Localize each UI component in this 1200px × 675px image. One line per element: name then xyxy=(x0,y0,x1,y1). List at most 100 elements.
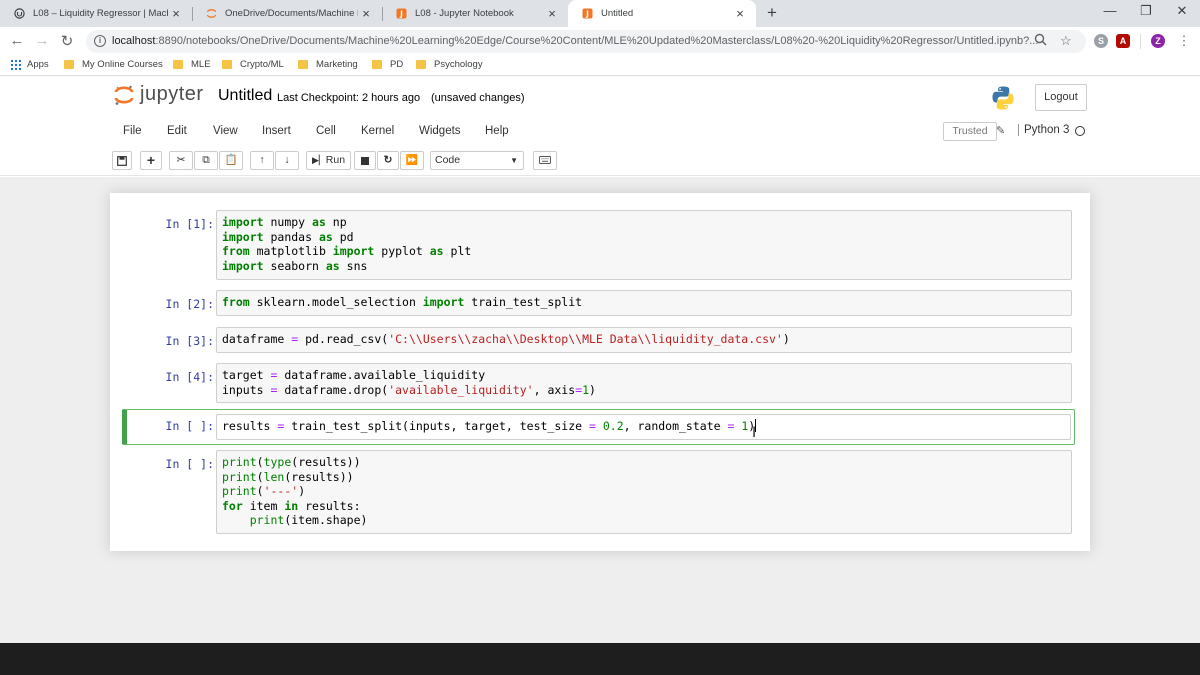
code-input[interactable]: target = dataframe.available_liquidity in… xyxy=(216,363,1072,403)
restore-button[interactable]: ❐ xyxy=(1136,3,1156,19)
code-token: ( xyxy=(256,455,264,469)
interrupt-kernel-icon[interactable] xyxy=(354,151,376,170)
menu-kernel[interactable]: Kernel xyxy=(361,125,394,137)
code-input[interactable]: print(type(results)) print(len(results)) p… xyxy=(216,450,1072,534)
code-cell[interactable]: In [ ]: print(type(results)) print(len(re… xyxy=(124,450,1074,534)
logout-button[interactable]: Logout xyxy=(1035,84,1087,111)
bookmark-label: Marketing xyxy=(316,59,358,70)
close-icon[interactable]: × xyxy=(732,6,748,21)
cell-prompt: In [2]: xyxy=(165,297,214,311)
apps-grid-icon xyxy=(11,59,21,70)
chevron-down-icon: ▼ xyxy=(510,156,518,165)
tab-l08-notebook[interactable]: J L08 - Jupyter Notebook × xyxy=(382,0,568,27)
back-icon[interactable]: ← xyxy=(8,32,26,49)
python-logo-icon xyxy=(990,85,1016,111)
bookmark-my-online-courses[interactable]: My Online Courses xyxy=(64,59,163,70)
code-token: 'available_liquidity' xyxy=(388,382,534,397)
move-up-icon[interactable]: ↑ xyxy=(250,151,274,170)
window-close-button[interactable]: ✕ xyxy=(1172,3,1192,19)
code-cell[interactable]: In [2]: from sklearn.model_selection imp… xyxy=(124,290,1074,316)
menu-kebab-icon[interactable]: ⋮ xyxy=(1175,33,1193,49)
trusted-indicator[interactable]: Trusted xyxy=(943,122,997,141)
code-token: ) xyxy=(298,484,306,498)
kernel-idle-indicator-icon xyxy=(1075,126,1085,136)
code-input[interactable]: dataframe = pd.read_csv('C:\\Users\\zach… xyxy=(216,327,1072,353)
jupyter-logo[interactable]: jupyter xyxy=(114,83,204,106)
forward-icon[interactable]: → xyxy=(33,32,51,49)
code-token: import xyxy=(222,258,264,273)
menu-insert[interactable]: Insert xyxy=(262,125,291,137)
bookmark-apps[interactable]: Apps xyxy=(11,59,49,70)
notebook-name[interactable]: Untitled xyxy=(218,87,272,105)
bookmark-label: My Online Courses xyxy=(82,59,163,70)
code-cell[interactable]: In [4]: target = dataframe.available_liq… xyxy=(124,363,1074,403)
code-token: from xyxy=(222,295,250,309)
close-icon[interactable]: × xyxy=(544,6,560,21)
menu-edit[interactable]: Edit xyxy=(167,125,187,137)
code-cell-selected[interactable]: In [ ]: results = train_test_split(input… xyxy=(122,409,1075,445)
menu-cell[interactable]: Cell xyxy=(316,125,336,137)
code-token: print xyxy=(222,484,257,498)
cut-icon[interactable]: ✂ xyxy=(169,151,193,170)
pdf-extension-icon[interactable]: A xyxy=(1116,34,1130,48)
code-token: as xyxy=(325,258,340,273)
code-token: print xyxy=(222,455,257,469)
text-cursor-icon: I xyxy=(752,425,757,441)
bookmark-mle[interactable]: MLE xyxy=(173,59,211,70)
jupyter-header: jupyter Untitled Last Checkpoint: 2 hour… xyxy=(0,76,1200,176)
code-token: type xyxy=(263,455,292,469)
menu-widgets[interactable]: Widgets xyxy=(419,125,461,137)
tab-title: OneDrive/Documents/Machine L xyxy=(225,8,358,19)
code-cell[interactable]: In [1]: import numpy as np import pandas … xyxy=(124,210,1074,280)
bookmark-label: Apps xyxy=(27,59,49,70)
zoom-search-icon[interactable] xyxy=(1034,33,1047,49)
restart-kernel-icon[interactable]: ↻ xyxy=(377,151,399,170)
cell-type-select[interactable]: Code ▼ xyxy=(430,151,524,170)
code-line: print(len(results)) xyxy=(222,470,1066,485)
code-input[interactable]: from sklearn.model_selection import trai… xyxy=(216,290,1072,316)
close-icon[interactable]: × xyxy=(168,6,184,21)
star-icon[interactable]: ☆ xyxy=(1060,33,1072,49)
paste-icon[interactable]: 📋 xyxy=(219,151,243,170)
close-icon[interactable]: × xyxy=(358,6,374,21)
code-token: item xyxy=(242,498,285,513)
extension-icon[interactable]: S xyxy=(1094,34,1108,48)
code-line: target = dataframe.available_liquidity xyxy=(222,368,1066,383)
code-cell[interactable]: In [3]: dataframe = pd.read_csv('C:\\Use… xyxy=(124,327,1074,353)
command-palette-keyboard-icon[interactable] xyxy=(533,151,557,170)
address-bar[interactable]: i localhost:8890/notebooks/OneDrive/Docu… xyxy=(86,30,1086,53)
url-text[interactable]: localhost:8890/notebooks/OneDrive/Docume… xyxy=(112,35,1038,47)
kernel-name[interactable]: Python 3 xyxy=(1018,124,1069,136)
insert-cell-below-icon[interactable]: + xyxy=(140,151,162,170)
code-token: in xyxy=(284,498,299,513)
cell-prompt: In [3]: xyxy=(165,334,214,348)
menu-view[interactable]: View xyxy=(213,125,238,137)
restart-run-all-icon[interactable]: ⏩ xyxy=(400,151,424,170)
run-button[interactable]: ▶▏Run xyxy=(306,151,351,170)
code-token: = xyxy=(588,419,596,433)
jupyter-tab-icon: J xyxy=(396,8,407,19)
save-icon[interactable] xyxy=(112,151,132,170)
bookmark-psychology[interactable]: Psychology xyxy=(416,59,483,70)
menu-file[interactable]: File xyxy=(123,125,142,137)
bookmark-marketing[interactable]: Marketing xyxy=(298,59,358,70)
tab-liquidity-regressor[interactable]: L08 – Liquidity Regressor | Mach × xyxy=(0,0,192,27)
minimize-button[interactable]: — xyxy=(1100,3,1120,18)
code-input[interactable]: results = train_test_split(inputs, targe… xyxy=(216,414,1071,440)
bookmark-pd[interactable]: PD xyxy=(372,59,403,70)
new-tab-button[interactable]: + xyxy=(762,3,782,23)
code-token: inputs xyxy=(222,382,271,397)
tab-onedrive[interactable]: OneDrive/Documents/Machine L × xyxy=(192,0,382,27)
copy-icon[interactable]: ⧉ xyxy=(194,151,218,170)
tab-title: L08 – Liquidity Regressor | Mach xyxy=(33,8,168,19)
info-icon[interactable]: i xyxy=(94,35,106,47)
move-down-icon[interactable]: ↓ xyxy=(275,151,299,170)
reload-icon[interactable]: ↻ xyxy=(58,32,76,50)
menu-help[interactable]: Help xyxy=(485,125,509,137)
code-input[interactable]: import numpy as np import pandas as pd fro… xyxy=(216,210,1072,280)
tab-untitled[interactable]: J Untitled × xyxy=(568,0,756,27)
bookmark-crypto-ml[interactable]: Crypto/ML xyxy=(222,59,284,70)
profile-avatar[interactable]: Z xyxy=(1151,34,1165,48)
cell-prompt: In [ ]: xyxy=(165,457,214,471)
